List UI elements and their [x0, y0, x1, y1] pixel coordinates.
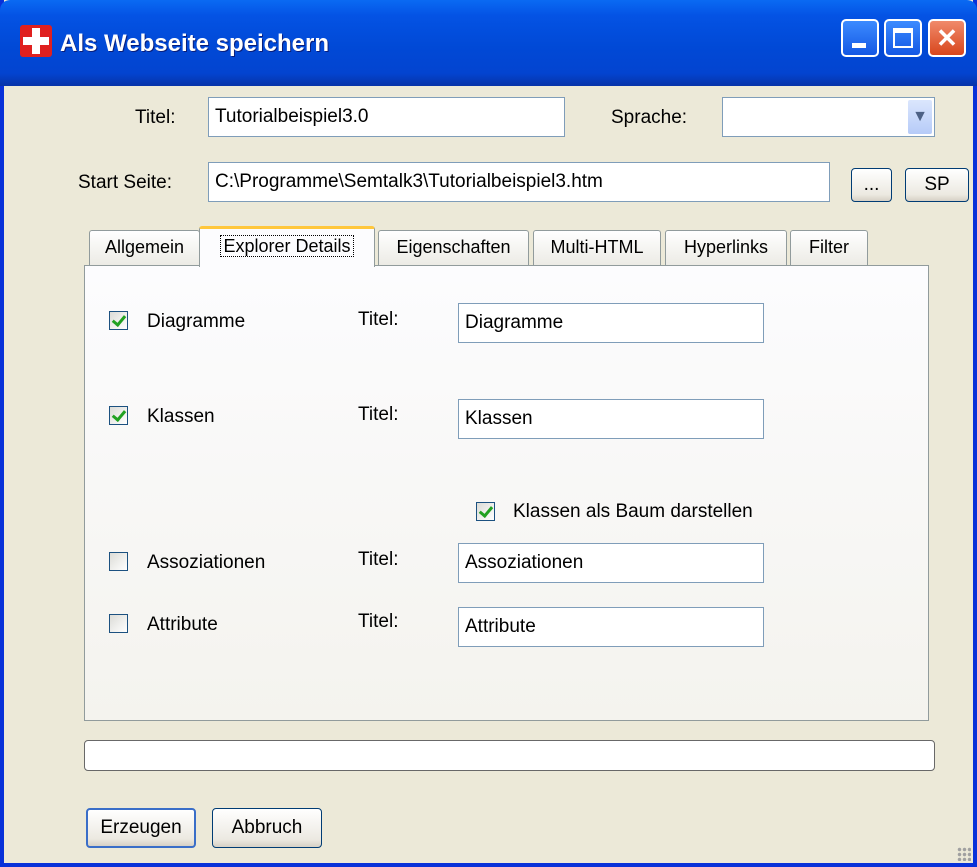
- dialog-window: Als Webseite speichern ✕ Titel: Tutorial…: [0, 0, 977, 867]
- start-page-input[interactable]: C:\Programme\Semtalk3\Tutorialbeispiel3.…: [208, 162, 830, 202]
- close-button[interactable]: ✕: [928, 19, 966, 57]
- resize-grip-icon[interactable]: [957, 847, 971, 861]
- attribute-label[interactable]: Attribute: [147, 614, 218, 636]
- maximize-icon: [893, 28, 913, 48]
- attribute-title-input[interactable]: Attribute: [458, 607, 764, 647]
- title-label: Titel:: [135, 107, 176, 128]
- tab-hyperlinks[interactable]: Hyperlinks: [665, 230, 787, 265]
- create-button[interactable]: Erzeugen: [86, 808, 196, 848]
- diagramme-title-label: Titel:: [358, 309, 399, 330]
- title-bar[interactable]: Als Webseite speichern ✕: [0, 0, 977, 86]
- cancel-button[interactable]: Abbruch: [212, 808, 322, 848]
- sp-button[interactable]: SP: [905, 168, 969, 202]
- klassen-baum-checkbox[interactable]: [476, 502, 495, 521]
- minimize-button[interactable]: [841, 19, 879, 57]
- klassen-checkbox[interactable]: [109, 406, 128, 425]
- assoziationen-checkbox[interactable]: [109, 552, 128, 571]
- minimize-icon: [852, 43, 866, 48]
- diagramme-label[interactable]: Diagramme: [147, 311, 245, 333]
- language-label: Sprache:: [611, 107, 688, 128]
- language-select[interactable]: ▼: [722, 97, 935, 137]
- diagramme-title-input[interactable]: Diagramme: [458, 303, 764, 343]
- klassen-title-label: Titel:: [358, 404, 399, 425]
- tab-eigenschaften[interactable]: Eigenschaften: [378, 230, 529, 265]
- tab-filter[interactable]: Filter: [790, 230, 868, 265]
- tab-explorer-details[interactable]: Explorer Details: [199, 226, 375, 267]
- maximize-button[interactable]: [884, 19, 922, 57]
- klassen-label[interactable]: Klassen: [147, 406, 215, 428]
- assoziationen-label[interactable]: Assoziationen: [147, 552, 265, 574]
- title-input[interactable]: Tutorialbeispiel3.0: [208, 97, 565, 137]
- attribute-title-label: Titel:: [358, 611, 399, 632]
- tab-multi-html[interactable]: Multi-HTML: [533, 230, 661, 265]
- start-page-label: Start Seite:: [78, 172, 172, 193]
- klassen-baum-label[interactable]: Klassen als Baum darstellen: [513, 501, 753, 523]
- tab-explorer-details-label: Explorer Details: [220, 235, 354, 257]
- tab-allgemein[interactable]: Allgemein: [89, 230, 200, 265]
- chevron-down-icon[interactable]: ▼: [908, 100, 932, 134]
- assoziationen-title-input[interactable]: Assoziationen: [458, 543, 764, 583]
- close-icon: ✕: [936, 23, 958, 53]
- klassen-title-input[interactable]: Klassen: [458, 399, 764, 439]
- red-cross-icon: [20, 25, 52, 57]
- browse-button[interactable]: ...: [851, 168, 892, 202]
- progress-bar: [84, 740, 935, 771]
- assoziationen-title-label: Titel:: [358, 549, 399, 570]
- attribute-checkbox[interactable]: [109, 614, 128, 633]
- window-title: Als Webseite speichern: [60, 30, 329, 57]
- diagramme-checkbox[interactable]: [109, 311, 128, 330]
